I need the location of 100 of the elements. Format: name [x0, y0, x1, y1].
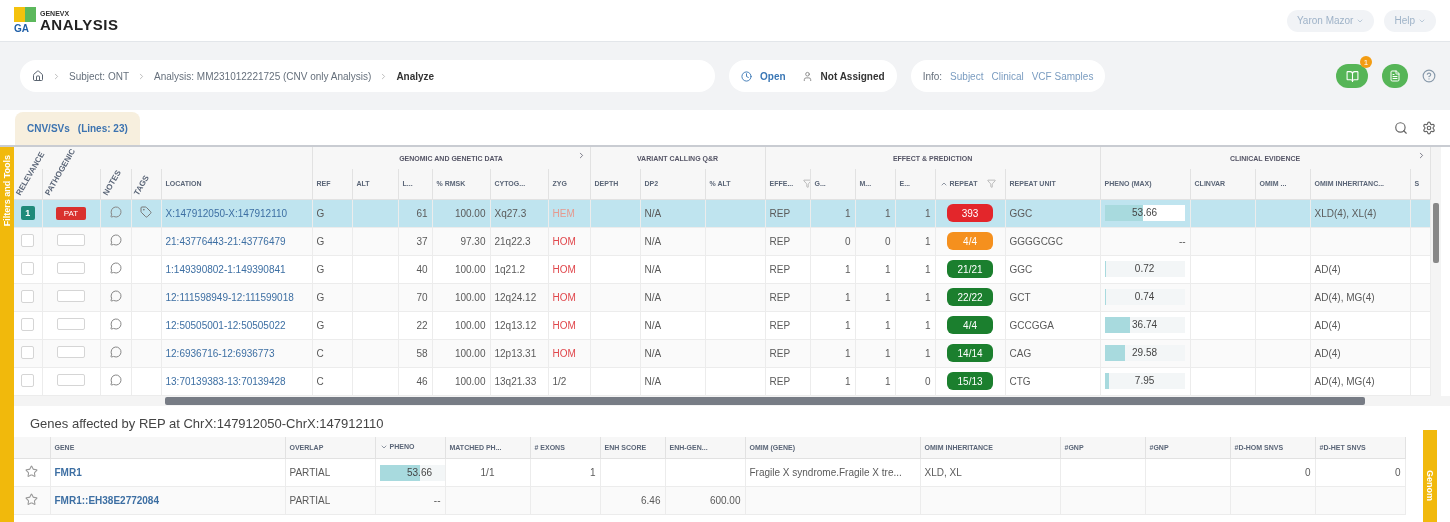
link-cell[interactable]: FMR1::EH38E2772084 [50, 486, 285, 515]
table-cell: REP [765, 227, 811, 255]
info-link[interactable]: Clinical [991, 70, 1024, 82]
table-cell: 13q21.33 [490, 367, 548, 395]
panel-title: Genes affected by REP at ChrX:147912050-ChrX:147912110 [29, 414, 385, 433]
comment-icon[interactable] [109, 206, 122, 218]
comment-icon[interactable] [109, 290, 122, 302]
tab[interactable]: CNV/SVs (Lines: 23) [15, 112, 140, 145]
table-cell: 21q22.3 [490, 227, 548, 255]
link-cell[interactable]: 21:43776443-21:43776479 [161, 227, 312, 255]
table-cell: REP [765, 339, 811, 367]
link-cell[interactable]: 12:6936716-12:6936773 [161, 339, 312, 367]
table-row[interactable]: 12:111598949-12:111599018 G 70 100.00 12q24.12 HOM N/A REP 1 1 1 22/22 GCT 0.74 AD(4), MG(4) [14, 283, 1431, 311]
clock-icon [741, 70, 752, 82]
star-icon[interactable] [25, 465, 39, 478]
table-row[interactable]: 1:149390802-1:149390841 G 40 100.00 1q21.2 HOM N/A REP 1 1 1 21/21 GGC 0.72 AD(4) [14, 255, 1431, 283]
pathogenic-box[interactable] [57, 374, 85, 386]
table-cell: G [312, 199, 352, 227]
repeat-badge: 14/14 [947, 344, 994, 362]
book-button[interactable] [1336, 64, 1368, 88]
table-cell: -- [1100, 227, 1191, 255]
repeat-badge: 4/4 [947, 316, 994, 334]
table-row[interactable]: 21:43776443-21:43776479 G 37 97.30 21q22.3 HOM N/A REP 0 0 1 4/4 GGGGCGC -- [14, 227, 1431, 255]
comment-icon[interactable] [109, 346, 122, 358]
link-cell[interactable]: X:147912050-X:147912110 [161, 199, 312, 227]
table-cell: PARTIAL [285, 458, 375, 487]
table-cell: HOM [548, 227, 590, 255]
repeat-badge: 22/22 [947, 288, 994, 306]
table-row[interactable]: 12:50505001-12:50505022 G 22 100.00 12q13.12 HOM N/A REP 1 1 1 4/4 GCCGGA 36.74 AD(4) [14, 311, 1431, 339]
table-cell: 1 [810, 283, 856, 311]
book-icon [1345, 69, 1359, 83]
document-button[interactable] [1382, 64, 1408, 88]
table-cell: 100.00 [432, 311, 490, 339]
repeat-badge: 393 [947, 204, 994, 222]
table-cell: Fragile X syndrome.Fragile X tre... [745, 458, 920, 487]
table-cell: 1 [895, 311, 936, 339]
table-cell: GCCGGA [1005, 311, 1101, 339]
table-cell: HOM [548, 311, 590, 339]
horizontal-scrollbar[interactable] [14, 395, 1450, 406]
pathogenic-box[interactable] [57, 290, 85, 302]
table-cell: 61 [398, 199, 432, 227]
status-text[interactable]: Open [760, 70, 786, 82]
table-row[interactable]: 1 PAT X:147912050-X:147912110 G 61 100.00 Xq27.3 HEM N/A REP 1 1 1 393 GGC 53.66 XLD(4), XL(4) [14, 199, 1431, 227]
repeat-badge: 15/13 [947, 372, 994, 390]
comment-icon[interactable] [109, 374, 122, 386]
link-cell[interactable]: FMR1 [50, 458, 285, 487]
assignee-text[interactable]: Not Assigned [820, 70, 885, 82]
link-cell[interactable]: 13:70139383-13:70139428 [161, 367, 312, 395]
comment-icon[interactable] [109, 318, 122, 330]
table-cell: REP [765, 311, 811, 339]
tag-icon[interactable] [140, 206, 152, 218]
star-icon[interactable] [25, 493, 39, 506]
checkbox[interactable] [21, 345, 35, 359]
table-cell: N/A [640, 283, 705, 311]
breadcrumb-item[interactable]: Subject: ONT [69, 70, 130, 82]
vertical-scrollbar[interactable] [1430, 147, 1441, 396]
table-cell: XLD(4), XL(4) [1310, 199, 1411, 227]
comment-icon[interactable] [109, 262, 122, 274]
pathogenic-box[interactable] [57, 262, 85, 274]
checkbox[interactable] [21, 261, 35, 275]
table-cell: G [312, 283, 352, 311]
pheno-value: 53.66 [1131, 207, 1159, 218]
comment-icon[interactable] [109, 234, 122, 246]
help-icon[interactable] [1422, 69, 1436, 83]
table-cell: 100.00 [432, 283, 490, 311]
table-cell: 12p13.31 [490, 339, 548, 367]
table-cell: PARTIAL [285, 486, 375, 515]
pathogenic-box[interactable] [57, 234, 85, 246]
checkbox[interactable] [21, 317, 35, 331]
checkbox[interactable] [21, 233, 35, 247]
pathogenic-box[interactable] [57, 346, 85, 358]
pheno-value: 0.72 [1133, 263, 1156, 274]
pathogenic-tag[interactable]: PAT [56, 206, 86, 220]
table-cell: AD(4) [1310, 311, 1411, 339]
breadcrumb-item[interactable]: Analyze [396, 70, 435, 82]
table-cell: CTG [1005, 367, 1101, 395]
checkbox[interactable] [21, 373, 35, 387]
home-icon[interactable] [32, 70, 44, 82]
repeat-badge: 21/21 [947, 260, 994, 278]
settings-icon[interactable] [1422, 120, 1436, 135]
link-cell[interactable]: 1:149390802-1:149390841 [161, 255, 312, 283]
search-icon[interactable] [1394, 120, 1408, 135]
pathogenic-box[interactable] [57, 318, 85, 330]
info-label: Info: [922, 70, 943, 82]
info-link[interactable]: VCF Samples [1031, 70, 1094, 82]
breadcrumb-item[interactable]: Analysis: MM231012221725 (CNV only Analysis) [154, 70, 372, 82]
table-row[interactable]: 13:70139383-13:70139428 C 46 100.00 13q21.33 1/2 N/A REP 1 1 0 15/13 CTG 7.95 AD(4), MG(4) [14, 367, 1431, 395]
table-cell: 1 [895, 283, 936, 311]
table-cell: GGC [1005, 199, 1101, 227]
link-cell[interactable]: 12:50505001-12:50505022 [161, 311, 312, 339]
table-row[interactable]: 12:6936716-12:6936773 C 58 100.00 12p13.31 HOM N/A REP 1 1 1 14/14 CAG 29.58 AD(4) [14, 339, 1431, 367]
filter-icon[interactable] [803, 179, 810, 189]
table-cell: 100.00 [432, 339, 490, 367]
relevance-badge[interactable]: 1 [20, 206, 35, 220]
table-cell: 1 [810, 339, 856, 367]
info-link[interactable]: Subject [950, 70, 984, 82]
link-cell[interactable]: 12:111598949-12:111599018 [161, 283, 312, 311]
checkbox[interactable] [21, 289, 35, 303]
table-cell: GCT [1005, 283, 1101, 311]
filter-icon[interactable] [987, 179, 997, 188]
